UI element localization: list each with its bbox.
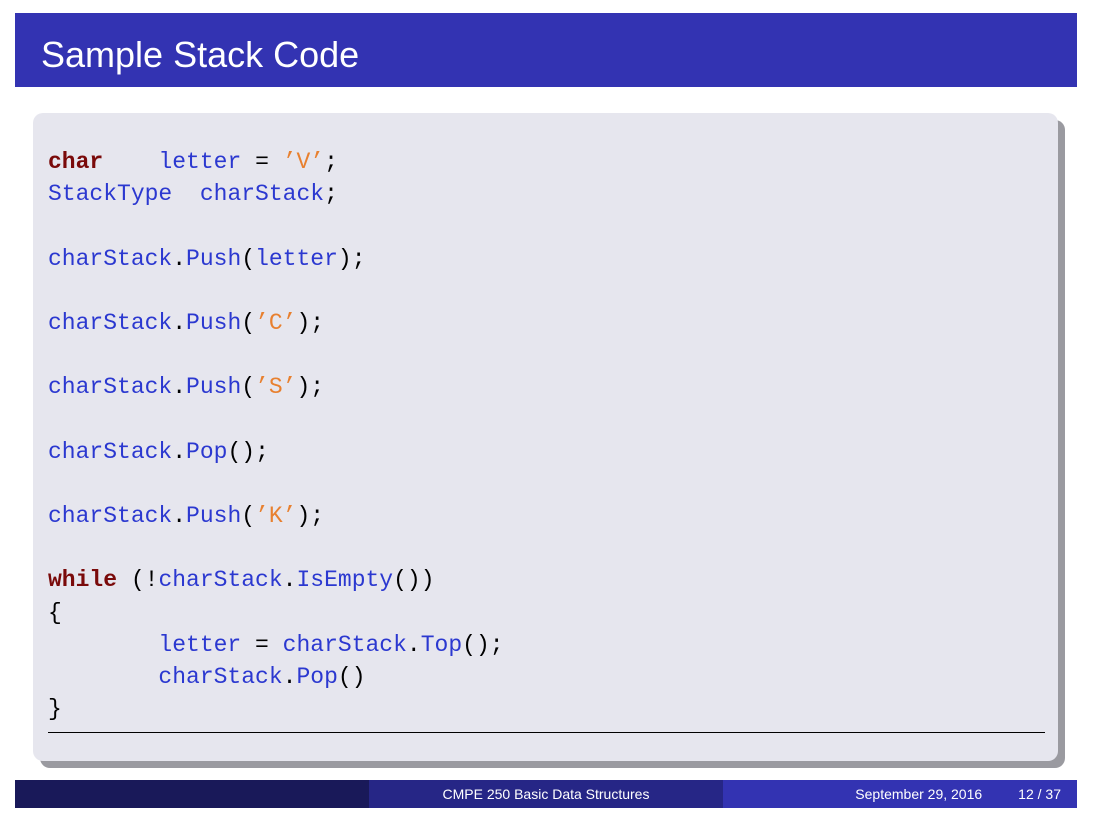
code-line: charStack.Push(’S’); (48, 371, 504, 403)
code-string: ’K’ (255, 503, 297, 530)
code-string: ’V’ (282, 149, 325, 175)
code-punctuation: . (282, 664, 297, 690)
code-punctuation: ( (241, 503, 256, 530)
code-identifier: charStack (48, 309, 173, 336)
code-punctuation: . (172, 438, 187, 465)
code-punctuation: ); (337, 245, 366, 272)
code-identifier: charStack (158, 567, 283, 594)
code-punctuation: ; (324, 149, 338, 175)
code-punctuation: . (172, 503, 187, 530)
code-punctuation: = (241, 149, 283, 175)
code-identifier: charStack (48, 374, 173, 401)
code-punctuation: ( (241, 374, 256, 401)
code-identifier: charStack (158, 664, 283, 690)
code-line: } (48, 693, 504, 725)
code-identifier: charStack (48, 503, 173, 530)
code-punctuation: . (406, 631, 421, 658)
code-punctuation: ); (296, 309, 325, 336)
code-punctuation: . (282, 567, 297, 594)
code-identifier: Pop (296, 664, 338, 690)
code-identifier: charStack (199, 181, 325, 208)
slide-title-bar: Sample Stack Code (15, 13, 1077, 87)
code-identifier: Pop (186, 438, 228, 465)
code-punctuation: ()) (393, 567, 435, 594)
code-identifier: Push (186, 309, 242, 336)
code-line: charStack.Push(letter); (48, 243, 504, 275)
code-identifier: charStack (282, 631, 407, 658)
code-line: StackType charStack; (48, 178, 504, 210)
code-punctuation (48, 664, 158, 690)
code-line: charStack.Push(’C’); (48, 307, 504, 339)
code-punctuation: ); (296, 374, 325, 401)
code-punctuation: { (48, 599, 62, 626)
code-identifier: Push (186, 503, 242, 530)
code-punctuation: ); (296, 503, 325, 530)
code-punctuation: . (172, 374, 187, 401)
code-identifier: letter (255, 245, 338, 272)
footer-bar: CMPE 250 Basic Data Structures September… (15, 780, 1077, 808)
code-line: charStack.Push(’K’); (48, 500, 504, 532)
code-identifier: charStack (48, 245, 173, 272)
footer-date-page: September 29, 2016 12 / 37 (723, 780, 1077, 808)
code-punctuation: (); (227, 438, 269, 465)
code-identifier: Push (186, 374, 242, 401)
code-identifier: StackType (48, 181, 173, 208)
code-punctuation (103, 149, 158, 175)
code-punctuation: . (172, 309, 187, 336)
code-keyword: char (48, 149, 104, 175)
code-punctuation: ; (324, 181, 338, 208)
code-line: charStack.Pop() (48, 661, 504, 693)
horizontal-rule (48, 732, 1045, 733)
slide-title: Sample Stack Code (41, 34, 360, 75)
code-punctuation: } (48, 696, 62, 723)
code-identifier: letter (158, 149, 242, 175)
code-line: while (!charStack.IsEmpty()) (48, 564, 504, 596)
code-punctuation: ( (241, 309, 256, 336)
code-identifier: letter (158, 631, 242, 658)
code-line: { (48, 597, 504, 629)
code-punctuation: (); (462, 631, 504, 658)
code-punctuation (48, 632, 158, 658)
code-listing: char letter = ’V’; StackType charStack; c… (48, 146, 504, 725)
code-punctuation (172, 181, 200, 207)
footer-left-segment (15, 780, 369, 808)
code-punctuation: (! (117, 567, 159, 594)
footer-course: CMPE 250 Basic Data Structures (369, 780, 723, 808)
code-identifier: Push (186, 245, 242, 272)
code-punctuation: () (337, 664, 366, 690)
code-punctuation: = (241, 631, 283, 658)
code-identifier: IsEmpty (296, 567, 394, 594)
code-punctuation: ( (241, 245, 256, 272)
footer-course-title: CMPE 250 Basic Data Structures (442, 786, 650, 802)
code-string: ’S’ (255, 374, 297, 401)
code-line: char letter = ’V’; (48, 146, 504, 178)
footer-page-number: 12 / 37 (1018, 786, 1061, 802)
footer-date: September 29, 2016 (855, 786, 983, 802)
code-identifier: charStack (48, 438, 173, 465)
code-string: ’C’ (255, 309, 297, 336)
code-punctuation: . (172, 245, 187, 272)
code-keyword: while (48, 567, 118, 594)
code-identifier: Top (420, 631, 463, 658)
code-line: letter = charStack.Top(); (48, 629, 504, 661)
code-line: charStack.Pop(); (48, 436, 504, 468)
